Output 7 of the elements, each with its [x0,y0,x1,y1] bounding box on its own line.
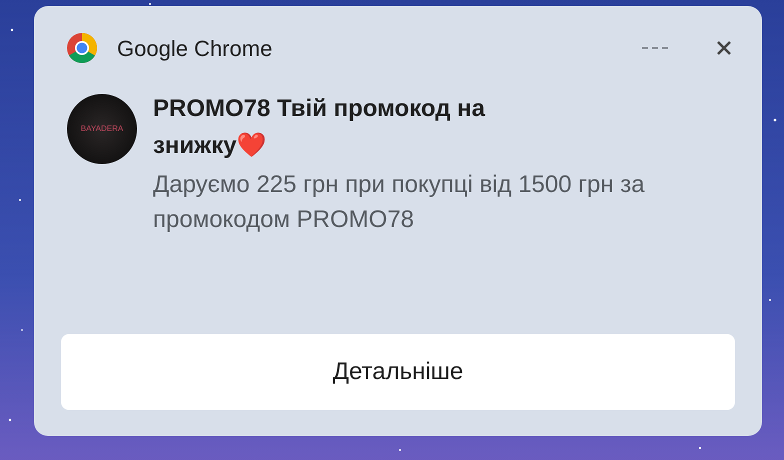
avatar-text: BAYADERA [80,123,124,135]
notification-body: Даруємо 225 грн при покупці від 1500 грн за промокодом PROMO78 [153,170,646,235]
notification-title: PROMO78 Твій промокод на знижку❤ [153,94,486,161]
details-button[interactable]: Детальніше [61,334,735,410]
close-icon[interactable] [716,40,732,56]
chrome-logo-icon [66,32,98,64]
app-name: Google Chrome [117,34,272,63]
